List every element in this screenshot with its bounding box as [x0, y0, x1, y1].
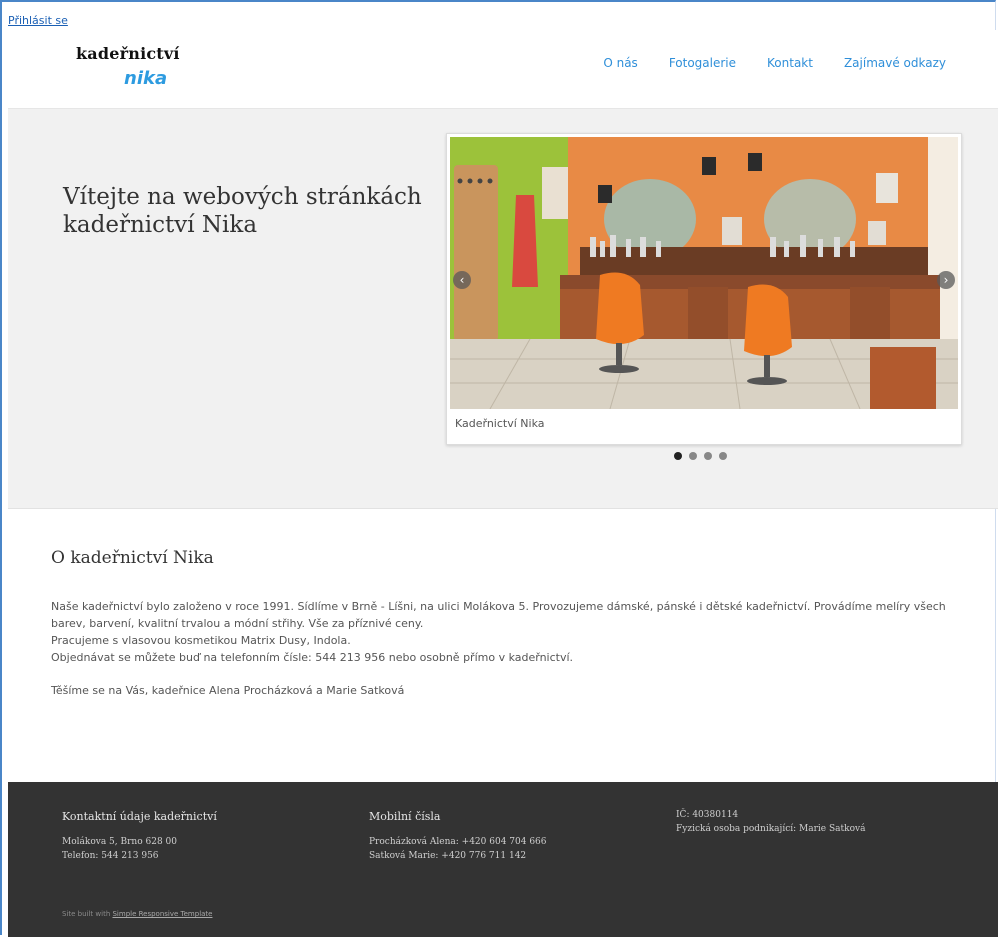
footer-credit: Site built with Simple Responsive Templa… [62, 910, 212, 918]
salon-interior-photo [450, 137, 958, 409]
footer-mobile-2: Satková Marie: +420 776 711 142 [369, 851, 527, 861]
site-footer: Kontaktní údaje kadeřnictví Molákova 5, … [8, 782, 998, 937]
nav-contact[interactable]: Kontakt [767, 56, 813, 70]
slider-dot-4[interactable] [719, 452, 727, 460]
nav-links[interactable]: Zajímavé odkazy [844, 56, 946, 70]
slider-prev-button[interactable]: ‹ [453, 271, 471, 289]
about-heading: O kadeřnictví Nika [51, 548, 214, 568]
footer-mobiles: Mobilní čísla Procházková Alena: +420 60… [369, 810, 547, 863]
about-paragraph: Pracujeme s vlasovou kosmetikou Matrix D… [51, 634, 351, 647]
image-slider[interactable]: ‹ › Kadeřnictví Nika [446, 133, 962, 445]
slider-pagination [674, 452, 727, 460]
about-signature: Těšíme se na Vás, kadeřnice Alena Prochá… [51, 684, 405, 697]
hero-section: Vítejte na webových stránkách kadeřnictv… [8, 109, 998, 509]
slider-caption: Kadeřnictví Nika [455, 417, 545, 430]
footer-address: Molákova 5, Brno 628 00 [62, 837, 177, 847]
about-section: O kadeřnictví Nika Naše kadeřnictví bylo… [51, 548, 981, 699]
footer-credit-prefix: Site built with [62, 910, 113, 918]
footer-contact: Kontaktní údaje kadeřnictví Molákova 5, … [62, 810, 217, 863]
nav-gallery[interactable]: Fotogalerie [669, 56, 736, 70]
hero-title: Vítejte na webových stránkách kadeřnictv… [63, 184, 422, 238]
slider-dot-1[interactable] [674, 452, 682, 460]
nav-about[interactable]: O nás [603, 56, 637, 70]
footer-company: IČ: 40380114 Fyzická osoba podnikající: … [676, 808, 865, 836]
footer-ico: IČ: 40380114 [676, 810, 739, 820]
footer-mobile-1: Procházková Alena: +420 604 704 666 [369, 837, 547, 847]
site-header: kadeřnictví nika O nás Fotogalerie Konta… [8, 30, 998, 109]
logo-text-bottom[interactable]: nika [124, 68, 167, 89]
slider-next-button[interactable]: › [937, 271, 955, 289]
template-link[interactable]: Simple Responsive Template [112, 910, 212, 918]
footer-phone: Telefon: 544 213 956 [62, 851, 159, 861]
footer-contact-title: Kontaktní údaje kadeřnictví [62, 810, 217, 823]
slider-dot-2[interactable] [689, 452, 697, 460]
footer-mobiles-title: Mobilní čísla [369, 810, 441, 823]
about-paragraph: Naše kadeřnictví bylo založeno v roce 19… [51, 600, 946, 630]
logo-text-top[interactable]: kadeřnictví [76, 44, 180, 63]
chevron-right-icon: › [943, 273, 949, 287]
chevron-left-icon: ‹ [459, 273, 465, 287]
about-paragraph: Objednávat se můžete buď na telefonním č… [51, 651, 574, 664]
footer-owner: Fyzická osoba podnikající: Marie Satková [676, 824, 866, 834]
slider-dot-3[interactable] [704, 452, 712, 460]
main-nav: O nás Fotogalerie Kontakt Zajímavé odkaz… [572, 56, 946, 70]
login-link[interactable]: Přihlásit se [8, 14, 68, 27]
about-body: Naše kadeřnictví bylo založeno v roce 19… [51, 598, 981, 666]
